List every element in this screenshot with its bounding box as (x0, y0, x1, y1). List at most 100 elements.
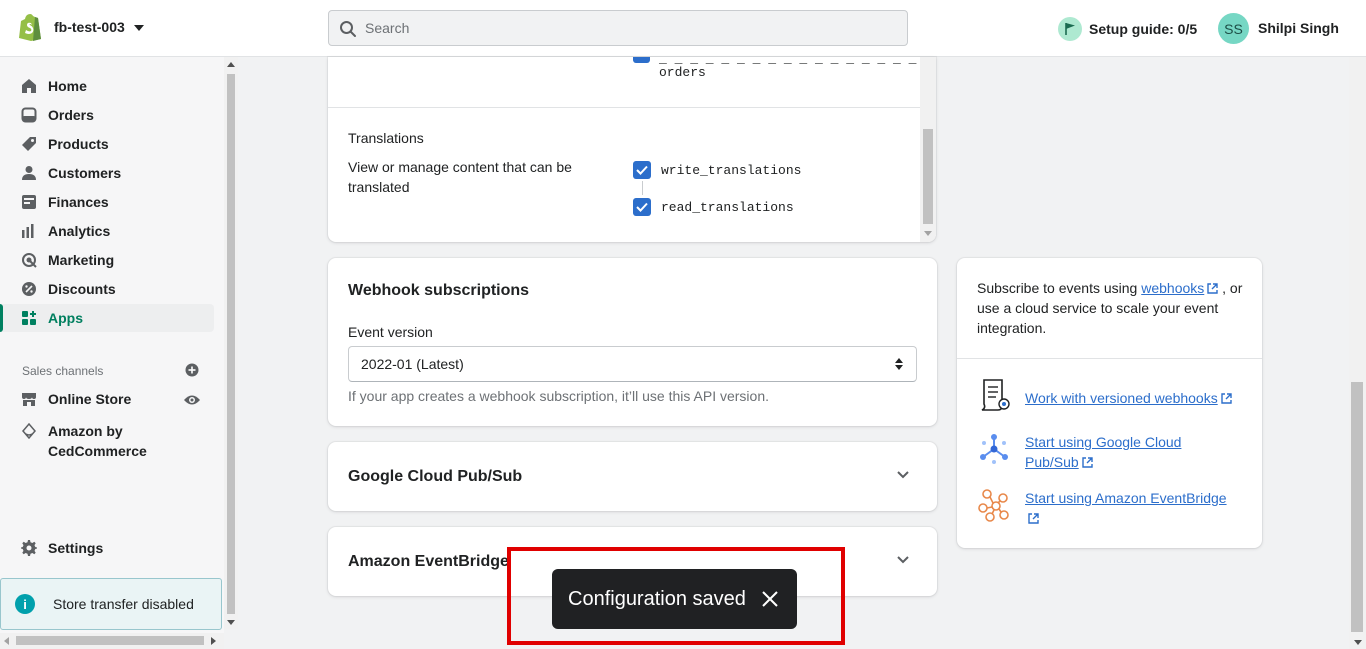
resource-amazon-eventbridge[interactable]: Start using Amazon EventBridge (977, 488, 1235, 528)
intro-text: Subscribe to events using (977, 280, 1142, 296)
event-version-select[interactable]: 2022-01 (Latest) (348, 346, 917, 382)
sidebar-item-label: Settings (48, 540, 104, 556)
sidebar-item-customers[interactable]: Customers (0, 159, 214, 187)
search-bar[interactable] (328, 10, 908, 46)
resource-link[interactable]: Work with versioned webhooks (1025, 378, 1235, 412)
sidebar-item-label: Home (48, 78, 87, 94)
scope-label-orders: orders (659, 65, 706, 80)
google-pubsub-card[interactable]: Google Cloud Pub/Sub (328, 442, 937, 511)
apps-icon (20, 309, 38, 327)
scope-label: read_translations (661, 199, 794, 215)
resource-link-label[interactable]: Start using Amazon EventBridge (1025, 490, 1227, 506)
sidebar-item-amazon[interactable]: Amazon by CedCommerce (20, 421, 168, 461)
sidebar-item-products[interactable]: Products (0, 130, 214, 158)
webhooks-link[interactable]: webhooks (1141, 280, 1204, 296)
checkbox-checked[interactable] (633, 198, 651, 216)
read-translations-scope[interactable]: read_translations (633, 198, 794, 216)
webhook-title: Webhook subscriptions (348, 282, 530, 299)
sidebar-item-label: Analytics (48, 223, 111, 239)
sales-channels-title: Sales channels (22, 364, 104, 378)
external-link-icon (1028, 513, 1039, 524)
scope-checkbox[interactable] (633, 57, 650, 63)
sidebar-item-home[interactable]: Home (0, 72, 214, 100)
eye-icon[interactable] (183, 393, 201, 407)
store-name[interactable]: fb-test-003 (54, 19, 125, 35)
setup-guide-label: Setup guide: 0/5 (1089, 21, 1198, 37)
divider (957, 358, 1262, 359)
store-transfer-banner[interactable]: i Store transfer disabled (0, 578, 222, 630)
google-pubsub-title: Google Cloud Pub/Sub (348, 468, 523, 485)
resource-link[interactable]: Start using Amazon EventBridge (1025, 488, 1235, 528)
sidebar-item-label: Orders (48, 107, 94, 123)
orders-icon (20, 106, 38, 124)
tag-icon (20, 135, 38, 153)
chevron-down-icon[interactable] (896, 555, 910, 565)
sidebar-item-discounts[interactable]: Discounts (0, 275, 214, 303)
scopes-scroll-down-arrow-icon[interactable] (924, 231, 932, 236)
scroll-down-arrow-icon[interactable] (227, 620, 235, 625)
caret-down-icon[interactable] (134, 25, 144, 31)
flag-icon (1058, 17, 1082, 41)
write-translations-scope[interactable]: write_translations (633, 161, 801, 179)
home-icon (20, 77, 38, 95)
sidebar-item-orders[interactable]: Orders (0, 101, 214, 129)
close-icon[interactable] (760, 589, 780, 609)
search-icon (340, 21, 356, 37)
sidebar-item-label: Products (48, 136, 109, 152)
sidebar-item-label: Online Store (48, 391, 132, 407)
scroll-left-arrow-icon[interactable] (4, 637, 9, 645)
scope-connector (642, 181, 643, 195)
sidebar: Home Orders Products Customers Finances … (0, 57, 224, 649)
sidebar-scrollbar-thumb[interactable] (227, 74, 235, 614)
store-transfer-label: Store transfer disabled (53, 596, 194, 612)
bar-chart-icon (20, 222, 38, 240)
sidebar-item-finances[interactable]: Finances (0, 188, 214, 216)
resource-link[interactable]: Start using Google Cloud Pub/Sub (1025, 432, 1235, 472)
external-link-icon (1221, 393, 1232, 404)
sidebar-item-label: Marketing (48, 252, 115, 268)
webhook-subscriptions-card: Webhook subscriptions Event version 2022… (328, 258, 937, 426)
top-bar: fb-test-003 Setup guide: 0/5 SS Shilpi S… (0, 0, 1366, 57)
resource-link-label[interactable]: Work with versioned webhooks (1025, 390, 1218, 406)
active-indicator (0, 304, 3, 332)
sidebar-hscroll-thumb[interactable] (16, 636, 204, 645)
checkbox-checked[interactable] (633, 161, 651, 179)
sidebar-item-online-store[interactable]: Online Store (0, 385, 180, 413)
bank-icon (20, 193, 38, 211)
sidebar-item-label: Finances (48, 194, 109, 210)
resource-versioned-webhooks[interactable]: Work with versioned webhooks (977, 378, 1235, 412)
avatar[interactable]: SS (1218, 13, 1249, 44)
chevron-down-icon[interactable] (896, 470, 910, 480)
sidebar-item-marketing[interactable]: Marketing (0, 246, 214, 274)
gear-icon (20, 539, 38, 557)
scroll-right-arrow-icon[interactable] (211, 637, 216, 645)
divider (328, 107, 920, 108)
sidebar-item-analytics[interactable]: Analytics (0, 217, 214, 245)
sidebar-item-apps[interactable]: Apps (0, 304, 214, 332)
access-scopes-card: _ _ _ _ _ _ _ _ _ _ _ _ _ _ _ _ _ orders… (328, 57, 936, 242)
person-icon (20, 164, 38, 182)
add-channel-icon[interactable] (185, 363, 199, 377)
sidebar-item-label: Discounts (48, 281, 116, 297)
store-icon (20, 390, 38, 408)
scopes-scrollbar-thumb[interactable] (923, 129, 933, 224)
checkmark-icon (636, 165, 648, 175)
page-scroll-down-arrow-icon[interactable] (1354, 640, 1362, 645)
external-link-icon (1207, 283, 1218, 294)
target-icon (20, 251, 38, 269)
setup-guide-button[interactable]: Setup guide: 0/5 (1058, 16, 1197, 42)
scroll-up-arrow-icon[interactable] (227, 62, 235, 67)
shopify-logo-icon[interactable] (18, 13, 42, 41)
resource-google-pubsub[interactable]: Start using Google Cloud Pub/Sub (977, 432, 1235, 472)
eventbridge-icon (977, 488, 1011, 522)
page-scrollbar-thumb[interactable] (1351, 382, 1363, 632)
search-input[interactable] (365, 11, 895, 45)
event-version-label: Event version (348, 324, 433, 340)
pubsub-icon (977, 432, 1011, 466)
sidebar-item-settings[interactable]: Settings (0, 534, 214, 562)
sidebar-item-label: Apps (48, 310, 83, 326)
resources-intro: Subscribe to events using webhooks , or … (977, 278, 1247, 338)
user-name[interactable]: Shilpi Singh (1258, 20, 1339, 36)
resource-link-label[interactable]: Start using Google Cloud Pub/Sub (1025, 434, 1181, 470)
eventbridge-title: Amazon EventBridge (348, 553, 509, 570)
